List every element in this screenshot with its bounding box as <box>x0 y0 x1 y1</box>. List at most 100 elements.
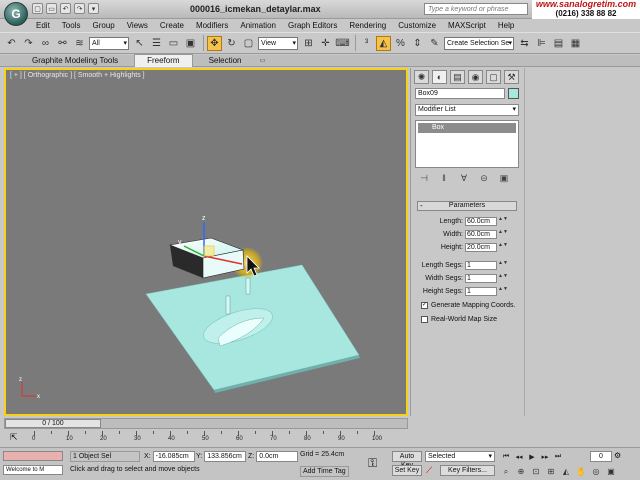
tab-selection[interactable]: Selection <box>197 55 254 67</box>
time-slider-thumb[interactable]: 0 / 100 <box>5 419 101 428</box>
gizmo-plane-handle[interactable] <box>203 245 215 257</box>
select-scale-icon[interactable]: ▢ <box>241 36 256 51</box>
real-world-map-checkbox[interactable] <box>421 316 428 323</box>
display-tab-icon[interactable]: ▢ <box>486 70 501 84</box>
configure-sets-icon[interactable]: ▣ <box>497 172 511 184</box>
collapse-icon[interactable]: - <box>420 202 423 210</box>
object-name-field[interactable]: Box09 <box>415 88 505 99</box>
menu-rendering[interactable]: Rendering <box>343 19 392 32</box>
mirror-icon[interactable]: ⇆ <box>517 36 532 51</box>
zoom-all-icon[interactable]: ⊕ <box>515 466 527 477</box>
menu-graph-editors[interactable]: Graph Editors <box>282 19 343 32</box>
new-file-icon[interactable]: ▢ <box>32 3 43 14</box>
maximize-viewport-icon[interactable]: ▣ <box>605 466 617 477</box>
modifier-list-dropdown[interactable]: Modifier List <box>415 104 519 116</box>
param-width-segs-input[interactable]: 1 <box>465 274 497 283</box>
param-length-segs-input[interactable]: 1 <box>465 261 497 270</box>
y-coordinate-input[interactable]: 133.856cm <box>204 451 247 462</box>
create-tab-icon[interactable]: ✺ <box>414 70 429 84</box>
align-icon[interactable]: ⊫ <box>534 36 549 51</box>
select-rotate-icon[interactable]: ↻ <box>224 36 239 51</box>
perspective-viewport[interactable]: [ + ] [ Orthographic ] [ Smooth + Highli… <box>4 68 408 416</box>
pin-stack-icon[interactable]: ⊣ <box>417 172 431 184</box>
select-manipulate-icon[interactable]: ✛ <box>318 36 333 51</box>
remove-modifier-icon[interactable]: ⊝ <box>477 172 491 184</box>
graphite-toggle-icon[interactable]: ▦ <box>568 36 583 51</box>
named-selection-set-dropdown[interactable]: Create Selection Se <box>444 36 514 50</box>
faucet-stem-2[interactable] <box>245 277 251 295</box>
param-width-input[interactable]: 60.0cm <box>465 230 497 239</box>
object-color-swatch[interactable] <box>508 88 519 99</box>
default-in-out-tangent-icon[interactable]: ⟋ <box>426 465 432 476</box>
menu-views[interactable]: Views <box>121 19 154 32</box>
tab-freeform[interactable]: Freeform <box>134 54 193 67</box>
spinner-icon[interactable]: ▲▼ <box>498 230 508 239</box>
search-input[interactable]: Type a keyword or phrase <box>424 3 528 15</box>
utilities-tab-icon[interactable]: ⚒ <box>504 70 519 84</box>
menu-modifiers[interactable]: Modifiers <box>190 19 234 32</box>
current-frame-input[interactable]: 0 <box>590 451 612 462</box>
parameters-rollout-header[interactable]: - Parameters <box>417 201 517 211</box>
modify-tab-icon[interactable]: ◐ <box>432 70 447 84</box>
previous-frame-icon[interactable]: ◂◂ <box>513 451 525 462</box>
dropdown-icon[interactable]: ▾ <box>88 3 99 14</box>
maxscript-output[interactable]: Welcome to M <box>3 465 63 475</box>
menu-edit[interactable]: Edit <box>30 19 56 32</box>
bind-space-warp-icon[interactable]: ≋ <box>72 36 87 51</box>
menu-customize[interactable]: Customize <box>392 19 442 32</box>
app-logo-icon[interactable]: G <box>4 2 28 26</box>
link-icon[interactable]: ∞ <box>38 36 53 51</box>
angle-snap-icon[interactable]: ◭ <box>376 35 391 51</box>
next-frame-icon[interactable]: ▸▸ <box>539 451 551 462</box>
ribbon-toggle-icon[interactable]: ▭ <box>258 57 268 65</box>
snaps-toggle-icon[interactable]: ³ <box>359 36 374 51</box>
zoom-extents-all-icon[interactable]: ⊞ <box>545 466 557 477</box>
spinner-snap-icon[interactable]: ⇕ <box>410 36 425 51</box>
maxscript-mini-listener[interactable] <box>3 451 63 461</box>
menu-tools[interactable]: Tools <box>56 19 87 32</box>
undo-icon[interactable]: ↶ <box>4 36 19 51</box>
time-slider[interactable]: 0 / 100 <box>4 418 408 429</box>
select-by-name-icon[interactable]: ☰ <box>149 36 164 51</box>
unlink-icon[interactable]: ⚯ <box>55 36 70 51</box>
auto-key-button[interactable]: Auto Key <box>392 451 422 469</box>
spinner-icon[interactable]: ▲▼ <box>498 261 508 270</box>
redo-icon[interactable]: ↷ <box>74 3 85 14</box>
z-coordinate-input[interactable]: 0.0cm <box>256 451 299 462</box>
generate-mapping-row[interactable]: ✓ Generate Mapping Coords. <box>421 302 521 309</box>
spinner-icon[interactable]: ▲▼ <box>498 217 508 226</box>
window-crossing-icon[interactable]: ▣ <box>183 36 198 51</box>
set-key-mode-icon[interactable]: ⚿ <box>368 456 377 471</box>
x-coordinate-input[interactable]: -16.085cm <box>152 451 195 462</box>
menu-animation[interactable]: Animation <box>234 19 282 32</box>
generate-mapping-checkbox[interactable]: ✓ <box>421 302 428 309</box>
menu-group[interactable]: Group <box>86 19 120 32</box>
reference-coordinate-dropdown[interactable]: View <box>258 36 298 50</box>
layer-manager-icon[interactable]: ▤ <box>551 36 566 51</box>
param-height-input[interactable]: 20.0cm <box>465 243 497 252</box>
redo-icon[interactable]: ↷ <box>21 36 36 51</box>
go-to-start-icon[interactable]: ⏮ <box>500 451 512 462</box>
pan-icon[interactable]: ✋ <box>575 466 587 477</box>
time-configuration-icon[interactable]: ⚙ <box>614 451 621 460</box>
param-length-input[interactable]: 60.0cm <box>465 217 497 226</box>
rectangular-region-icon[interactable]: ▭ <box>166 36 181 51</box>
zoom-extents-icon[interactable]: ⊡ <box>530 466 542 477</box>
selection-filter-dropdown[interactable]: All <box>89 36 129 50</box>
trackbar-toggle-icon[interactable]: ⇱ <box>10 432 18 443</box>
faucet-stem[interactable] <box>225 295 231 315</box>
motion-tab-icon[interactable]: ◉ <box>468 70 483 84</box>
field-of-view-icon[interactable]: ◭ <box>560 466 572 477</box>
set-key-button[interactable]: Set Key <box>392 465 422 476</box>
keyboard-shortcut-override-icon[interactable]: ⌨ <box>335 36 350 51</box>
menu-maxscript[interactable]: MAXScript <box>442 19 492 32</box>
menu-create[interactable]: Create <box>154 19 190 32</box>
undo-icon[interactable]: ↶ <box>60 3 71 14</box>
pivot-center-icon[interactable]: ⊞ <box>301 36 316 51</box>
spinner-icon[interactable]: ▲▼ <box>498 274 508 283</box>
viewport-scene[interactable]: z y x z <box>6 70 406 414</box>
hierarchy-tab-icon[interactable]: ▤ <box>450 70 465 84</box>
spinner-icon[interactable]: ▲▼ <box>498 243 508 252</box>
stack-item-box[interactable]: Box <box>418 123 516 133</box>
select-move-icon[interactable]: ✥ <box>207 35 222 51</box>
